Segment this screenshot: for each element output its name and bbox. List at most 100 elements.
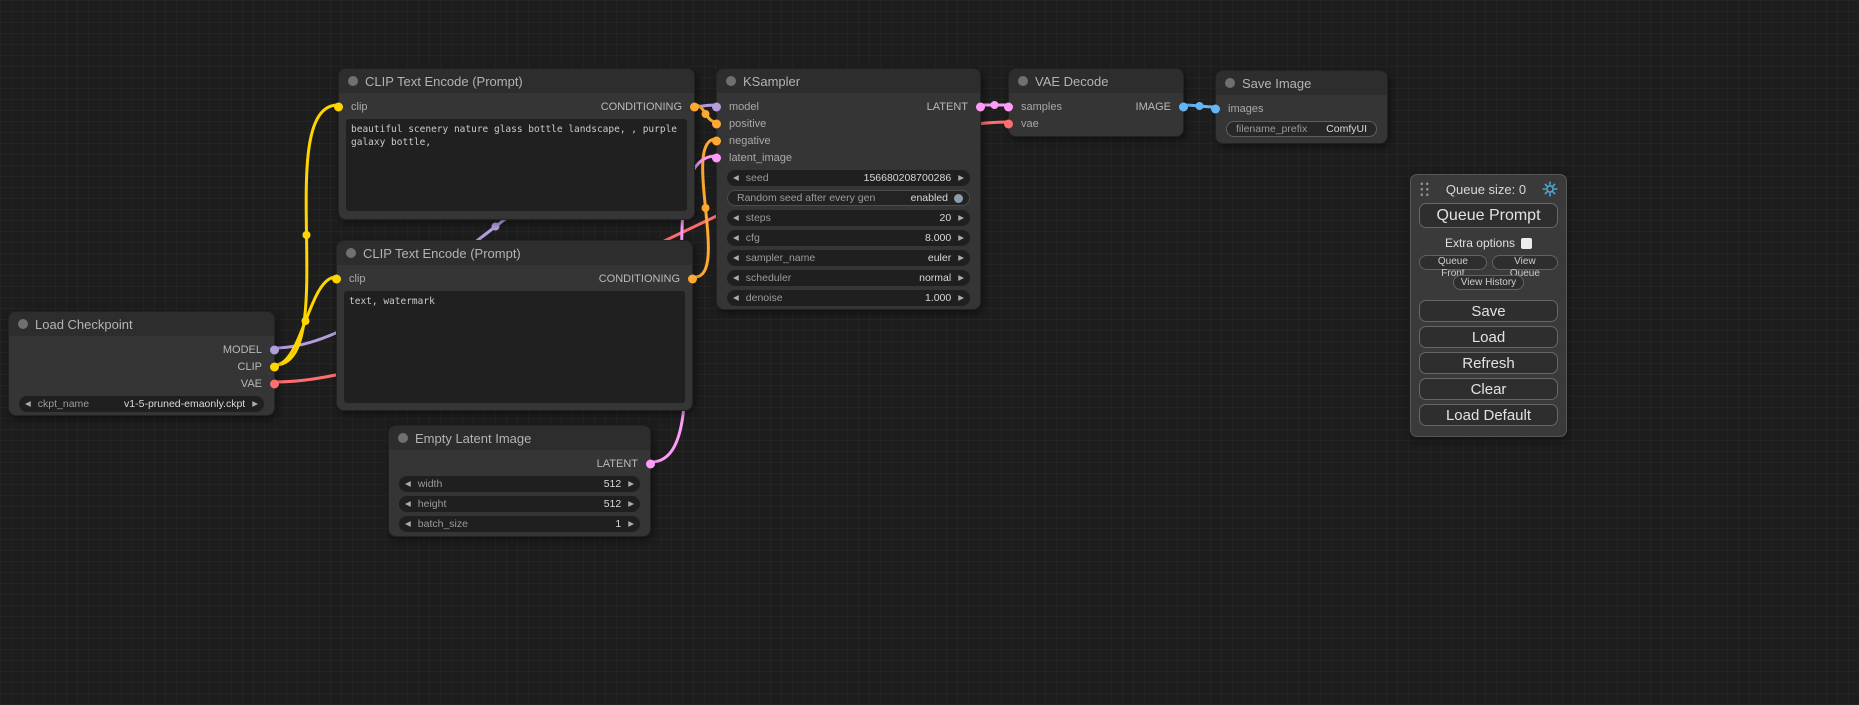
widget-left-arrow-icon[interactable]: ◀ <box>733 214 739 222</box>
queue-front-button[interactable]: Queue Front <box>1419 255 1487 270</box>
output-slot-conditioning[interactable] <box>690 102 699 111</box>
refresh-button[interactable]: Refresh <box>1419 352 1558 374</box>
input-slot-latent-image[interactable] <box>712 153 721 162</box>
node-titlebar[interactable]: KSampler <box>717 69 980 93</box>
save-button[interactable]: Save <box>1419 300 1558 322</box>
widget-scheduler[interactable]: ◀ scheduler normal ▶ <box>727 270 970 286</box>
clear-button[interactable]: Clear <box>1419 378 1558 400</box>
positive-prompt-textarea[interactable]: beautiful scenery nature glass bottle la… <box>346 119 687 211</box>
output-slot-image[interactable] <box>1179 102 1188 111</box>
node-collapse-icon[interactable] <box>1225 78 1235 88</box>
negative-prompt-textarea[interactable]: text, watermark <box>344 291 685 403</box>
input-slot-images[interactable] <box>1211 104 1220 113</box>
node-collapse-icon[interactable] <box>726 76 736 86</box>
widget-value: 512 <box>604 478 622 490</box>
widget-width[interactable]: ◀ width 512 ▶ <box>399 476 640 492</box>
widget-random-seed-toggle[interactable]: Random seed after every gen enabled <box>727 190 970 206</box>
output-slot-conditioning[interactable] <box>688 274 697 283</box>
node-body: images filename_prefix ComfyUI <box>1216 95 1387 137</box>
input-slot-positive[interactable] <box>712 119 721 128</box>
node-collapse-icon[interactable] <box>398 433 408 443</box>
widget-denoise[interactable]: ◀ denoise 1.000 ▶ <box>727 290 970 306</box>
widget-right-arrow-icon[interactable]: ▶ <box>958 214 964 222</box>
node-ksampler[interactable]: KSampler model LATENT positive negative … <box>716 68 981 310</box>
widget-left-arrow-icon[interactable]: ◀ <box>733 254 739 262</box>
slot-row: clip CONDITIONING <box>339 98 694 115</box>
widget-right-arrow-icon[interactable]: ▶ <box>628 520 634 528</box>
input-label-images: images <box>1228 103 1263 115</box>
widget-ckpt-name[interactable]: ◀ ckpt_name v1-5-pruned-emaonly.ckpt ▶ <box>19 396 264 412</box>
widget-right-arrow-icon[interactable]: ▶ <box>628 500 634 508</box>
node-vae-decode[interactable]: VAE Decode samples IMAGE vae <box>1008 68 1184 137</box>
widget-label: scheduler <box>746 272 792 284</box>
widget-left-arrow-icon[interactable]: ◀ <box>733 174 739 182</box>
widget-left-arrow-icon[interactable]: ◀ <box>405 520 411 528</box>
node-titlebar[interactable]: Empty Latent Image <box>389 426 650 450</box>
node-titlebar[interactable]: Load Checkpoint <box>9 312 274 336</box>
input-slot-negative[interactable] <box>712 136 721 145</box>
widget-left-arrow-icon[interactable]: ◀ <box>405 500 411 508</box>
input-slot-clip[interactable] <box>334 102 343 111</box>
widget-left-arrow-icon[interactable]: ◀ <box>25 400 31 408</box>
node-titlebar[interactable]: CLIP Text Encode (Prompt) <box>337 241 692 265</box>
node-collapse-icon[interactable] <box>18 319 28 329</box>
input-slot-vae[interactable] <box>1004 119 1013 128</box>
output-label-model: MODEL <box>223 344 262 356</box>
widget-batch-size[interactable]: ◀ batch_size 1 ▶ <box>399 516 640 532</box>
input-label-negative: negative <box>729 135 771 147</box>
node-collapse-icon[interactable] <box>348 76 358 86</box>
output-slot-vae[interactable] <box>270 379 279 388</box>
node-titlebar[interactable]: CLIP Text Encode (Prompt) <box>339 69 694 93</box>
node-collapse-icon[interactable] <box>346 248 356 258</box>
widget-height[interactable]: ◀ height 512 ▶ <box>399 496 640 512</box>
load-default-button[interactable]: Load Default <box>1419 404 1558 426</box>
widget-left-arrow-icon[interactable]: ◀ <box>733 274 739 282</box>
toggle-knob-icon[interactable] <box>954 194 963 203</box>
widget-left-arrow-icon[interactable]: ◀ <box>733 294 739 302</box>
input-label-clip: clip <box>349 273 366 285</box>
input-slot-model[interactable] <box>712 102 721 111</box>
output-slot-clip[interactable] <box>270 362 279 371</box>
slot-row: samples IMAGE <box>1009 98 1183 115</box>
widget-right-arrow-icon[interactable]: ▶ <box>958 274 964 282</box>
node-load-checkpoint[interactable]: Load Checkpoint MODEL CLIP VAE ◀ ckpt_na… <box>8 311 275 416</box>
node-clip-text-encode-positive[interactable]: CLIP Text Encode (Prompt) clip CONDITION… <box>338 68 695 220</box>
widget-seed[interactable]: ◀ seed 156680208700286 ▶ <box>727 170 970 186</box>
output-slot-latent[interactable] <box>646 459 655 468</box>
output-label-image: IMAGE <box>1136 101 1171 113</box>
widget-right-arrow-icon[interactable]: ▶ <box>958 234 964 242</box>
node-titlebar[interactable]: VAE Decode <box>1009 69 1183 93</box>
queue-prompt-button[interactable]: Queue Prompt <box>1419 203 1558 228</box>
view-history-button[interactable]: View History <box>1453 275 1524 290</box>
widget-sampler-name[interactable]: ◀ sampler_name euler ▶ <box>727 250 970 266</box>
widget-left-arrow-icon[interactable]: ◀ <box>733 234 739 242</box>
settings-gear-icon[interactable] <box>1542 181 1558 197</box>
node-collapse-icon[interactable] <box>1018 76 1028 86</box>
output-slot-model[interactable] <box>270 345 279 354</box>
node-empty-latent-image[interactable]: Empty Latent Image LATENT ◀ width 512 ▶ … <box>388 425 651 537</box>
widget-right-arrow-icon[interactable]: ▶ <box>252 400 258 408</box>
graph-canvas[interactable]: Load Checkpoint MODEL CLIP VAE ◀ ckpt_na… <box>0 0 1859 705</box>
load-button[interactable]: Load <box>1419 326 1558 348</box>
input-slot-samples[interactable] <box>1004 102 1013 111</box>
widget-left-arrow-icon[interactable]: ◀ <box>405 480 411 488</box>
output-label-conditioning: CONDITIONING <box>599 273 680 285</box>
node-save-image[interactable]: Save Image images filename_prefix ComfyU… <box>1215 70 1388 144</box>
extra-options-row: Extra options <box>1419 236 1558 250</box>
widget-right-arrow-icon[interactable]: ▶ <box>958 254 964 262</box>
widget-right-arrow-icon[interactable]: ▶ <box>958 294 964 302</box>
output-slot-latent[interactable] <box>976 102 985 111</box>
queue-size-label: Queue size: 0 <box>1430 182 1542 197</box>
widget-right-arrow-icon[interactable]: ▶ <box>958 174 964 182</box>
node-titlebar[interactable]: Save Image <box>1216 71 1387 95</box>
node-body: clip CONDITIONING text, watermark <box>337 265 692 403</box>
input-slot-clip[interactable] <box>332 274 341 283</box>
widget-filename-prefix[interactable]: filename_prefix ComfyUI <box>1226 121 1377 137</box>
view-queue-button[interactable]: View Queue <box>1492 255 1558 270</box>
widget-right-arrow-icon[interactable]: ▶ <box>628 480 634 488</box>
widget-cfg[interactable]: ◀ cfg 8.000 ▶ <box>727 230 970 246</box>
node-clip-text-encode-negative[interactable]: CLIP Text Encode (Prompt) clip CONDITION… <box>336 240 693 411</box>
extra-options-checkbox[interactable] <box>1521 238 1532 249</box>
drag-handle-icon[interactable] <box>1419 181 1430 197</box>
widget-steps[interactable]: ◀ steps 20 ▶ <box>727 210 970 226</box>
